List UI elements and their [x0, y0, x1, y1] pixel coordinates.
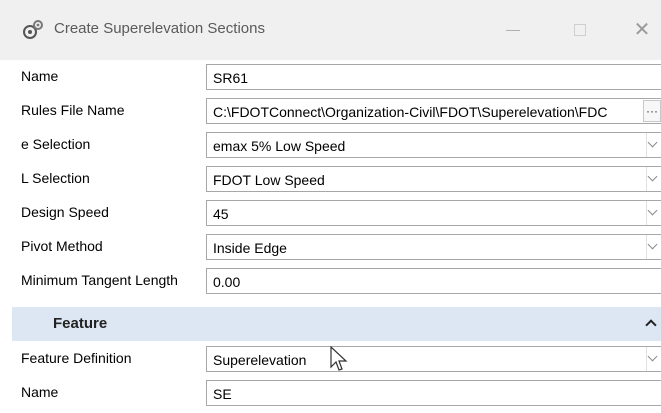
field-label: Design Speed: [21, 204, 109, 220]
field-value: 45: [213, 206, 229, 222]
maximize-button[interactable]: [563, 16, 597, 44]
close-button[interactable]: ✕: [625, 16, 659, 44]
mouse-cursor-icon: [330, 346, 348, 371]
field-label: e Selection: [21, 136, 91, 152]
field-label: Pivot Method: [21, 238, 103, 254]
design-speed-dropdown[interactable]: 45: [206, 200, 661, 226]
field-value: 0.00: [213, 274, 241, 290]
row-e-selection: e Selection emax 5% Low Speed: [0, 128, 661, 162]
feature-definition-dropdown[interactable]: Superelevation: [206, 346, 661, 372]
field-label: Name: [21, 68, 59, 84]
row-min-tangent: Minimum Tangent Length 0.00: [0, 264, 661, 298]
section-title: Feature: [53, 315, 108, 332]
field-value: C:\FDOTConnect\Organization-Civil\FDOT\S…: [213, 104, 608, 120]
chevron-down-icon[interactable]: [646, 167, 661, 191]
minimize-button[interactable]: [496, 16, 530, 44]
rules-file-field[interactable]: C:\FDOTConnect\Organization-Civil\FDOT\S…: [206, 98, 661, 124]
e-selection-dropdown[interactable]: emax 5% Low Speed: [206, 132, 661, 158]
chevron-down-icon[interactable]: [646, 235, 661, 259]
gears-icon: [23, 20, 43, 39]
row-feature-name: Name SE: [0, 376, 661, 410]
title-bar: Create Superelevation Sections ✕: [0, 0, 661, 60]
pivot-method-dropdown[interactable]: Inside Edge: [206, 234, 661, 260]
row-l-selection: L Selection FDOT Low Speed: [0, 162, 661, 196]
row-rules-file: Rules File Name C:\FDOTConnect\Organizat…: [0, 94, 661, 128]
field-label: Minimum Tangent Length: [21, 272, 178, 288]
field-label: Name: [21, 384, 59, 400]
field-value: Superelevation: [213, 352, 307, 368]
field-value: emax 5% Low Speed: [213, 138, 346, 154]
field-label: Feature Definition: [21, 350, 132, 366]
field-value: SE: [213, 386, 232, 402]
row-design-speed: Design Speed 45: [0, 196, 661, 230]
window-title: Create Superelevation Sections: [54, 20, 265, 37]
properties-panel: Name SR61 Rules File Name C:\FDOTConnect…: [0, 60, 661, 413]
chevron-down-icon[interactable]: [646, 133, 661, 157]
field-label: Rules File Name: [21, 102, 125, 118]
name-field[interactable]: SR61: [206, 64, 661, 90]
field-value: FDOT Low Speed: [213, 172, 325, 188]
feature-name-field[interactable]: SE: [206, 380, 661, 406]
chevron-down-icon[interactable]: [646, 201, 661, 225]
field-label: L Selection: [21, 170, 90, 186]
chevron-up-icon[interactable]: [645, 319, 657, 331]
row-pivot-method: Pivot Method Inside Edge: [0, 230, 661, 264]
min-tangent-length-field[interactable]: 0.00: [206, 268, 661, 294]
field-value: SR61: [213, 70, 249, 86]
browse-button[interactable]: ···: [643, 100, 661, 122]
chevron-down-icon[interactable]: [646, 347, 661, 371]
l-selection-dropdown[interactable]: FDOT Low Speed: [206, 166, 661, 192]
field-value: Inside Edge: [213, 240, 287, 256]
feature-section-header[interactable]: Feature: [12, 307, 661, 341]
row-name: Name SR61: [0, 60, 661, 94]
